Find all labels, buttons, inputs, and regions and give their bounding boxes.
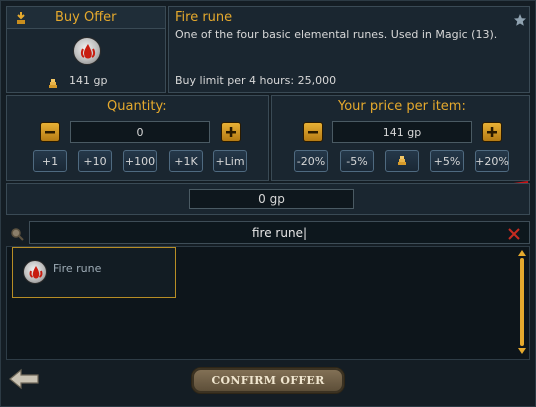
quantity-add-limit-label: +Lim <box>215 154 245 168</box>
quantity-add-1k-button[interactable]: +1K <box>169 150 203 172</box>
quantity-increase-button[interactable] <box>221 122 241 142</box>
quantity-input[interactable]: 0 <box>70 121 210 143</box>
quantity-add-1k-label: +1K <box>174 154 198 168</box>
back-button[interactable] <box>8 368 40 390</box>
confirm-offer-button[interactable]: CONFIRM OFFER <box>191 367 345 394</box>
search-text: fire rune| <box>252 225 307 240</box>
close-icon[interactable] <box>507 226 521 240</box>
list-item[interactable]: Fire rune <box>12 247 176 298</box>
quantity-value: 0 <box>136 125 144 139</box>
price-minus-5-label: -5% <box>346 154 368 168</box>
confirm-offer-label: CONFIRM OFFER <box>211 374 325 387</box>
price-label: Your price per item: <box>338 99 466 114</box>
quantity-add-100-button[interactable]: +100 <box>123 150 157 172</box>
offer-type-header: Buy Offer <box>7 7 165 29</box>
quantity-add-1-label: +1 <box>41 154 59 168</box>
price-plus-5-button[interactable]: +5% <box>430 150 464 172</box>
price-minus-20-label: -20% <box>296 154 326 168</box>
price-increase-button[interactable] <box>482 122 502 142</box>
price-panel: Your price per item: 141 gp -20% -5% +5%… <box>271 95 530 187</box>
offer-type-panel: Buy Offer 141 gp <box>6 6 166 93</box>
total-panel: 0 gp <box>6 183 530 215</box>
quantity-add-limit-button[interactable]: +Lim <box>213 150 247 172</box>
price-minus-20-button[interactable]: -20% <box>294 150 328 172</box>
fire-rune-icon <box>23 260 47 284</box>
quantity-label: Quantity: <box>107 99 167 114</box>
coins-icon <box>47 75 59 88</box>
star-icon[interactable] <box>513 12 527 26</box>
buy-limit-text: Buy limit per 4 hours: 25,000 <box>175 74 337 87</box>
item-name: Fire rune <box>175 10 233 25</box>
total-price-value: 0 gp <box>258 192 285 206</box>
offer-type-label: Buy Offer <box>55 10 117 25</box>
search-results-list: Fire rune <box>6 246 530 360</box>
item-description: One of the four basic elemental runes. U… <box>175 28 498 41</box>
price-minus-5-button[interactable]: -5% <box>340 150 374 172</box>
quantity-add-10-label: +10 <box>83 154 107 168</box>
scrollbar[interactable] <box>517 249 527 355</box>
quantity-add-1-button[interactable]: +1 <box>33 150 67 172</box>
item-price-display: 141 gp <box>69 74 108 87</box>
coins-icon <box>396 155 408 167</box>
quantity-add-100-label: +100 <box>124 154 156 168</box>
coin-bag-icon <box>15 10 27 24</box>
price-reset-button[interactable] <box>385 150 419 172</box>
item-info-panel: Fire rune One of the four basic elementa… <box>168 6 530 93</box>
price-plus-5-label: +5% <box>433 154 461 168</box>
price-plus-20-button[interactable]: +20% <box>475 150 509 172</box>
fire-rune-icon <box>73 37 101 65</box>
search-input[interactable]: fire rune| <box>29 221 530 244</box>
result-item-name: Fire rune <box>53 262 102 275</box>
price-decrease-button[interactable] <box>303 122 323 142</box>
total-price-box: 0 gp <box>189 189 354 209</box>
back-arrow-icon <box>8 368 40 390</box>
quantity-add-10-button[interactable]: +10 <box>78 150 112 172</box>
quantity-decrease-button[interactable] <box>40 122 60 142</box>
quantity-panel: Quantity: 0 +1 +10 +100 +1K +Lim <box>6 95 269 181</box>
magnifier-icon <box>10 226 24 241</box>
price-input[interactable]: 141 gp <box>332 121 472 143</box>
price-value: 141 gp <box>382 125 422 139</box>
price-plus-20-label: +20% <box>475 154 509 168</box>
